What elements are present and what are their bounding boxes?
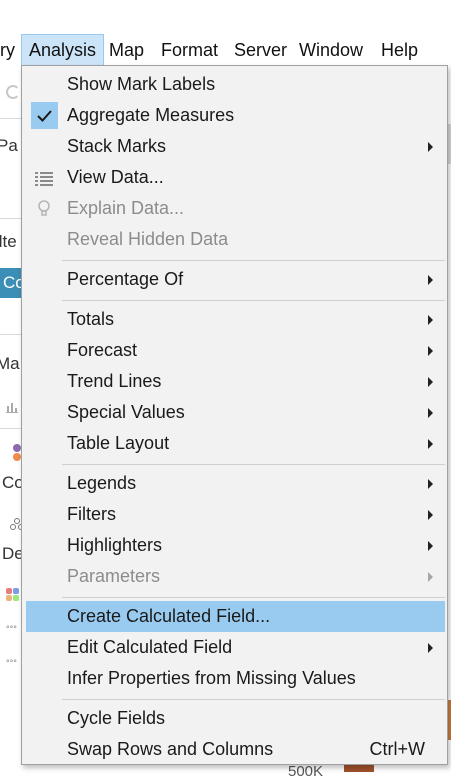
menu-window[interactable]: Window xyxy=(299,34,363,66)
bar-chart-icon[interactable] xyxy=(6,402,18,413)
menu-item-label: Create Calculated Field... xyxy=(67,606,271,626)
submenu-arrow-icon xyxy=(428,346,433,356)
menu-item-label: Table Layout xyxy=(67,433,170,453)
menu-separator xyxy=(62,464,445,465)
menu-item-label: Reveal Hidden Data xyxy=(67,229,229,249)
menu-item-label: Trend Lines xyxy=(67,371,162,391)
menu-item-label: Aggregate Measures xyxy=(67,105,235,125)
menu-separator xyxy=(62,699,445,700)
menu-separator xyxy=(62,260,445,261)
menu-item-trend-lines[interactable]: Trend Lines xyxy=(26,366,445,397)
menu-item-view-data[interactable]: View Data... xyxy=(26,162,445,193)
submenu-arrow-icon xyxy=(428,572,433,582)
refresh-icon[interactable] xyxy=(6,85,20,99)
menu-item-label: Special Values xyxy=(67,402,185,422)
submenu-arrow-icon xyxy=(428,541,433,551)
menu-item-label: Parameters xyxy=(67,566,161,586)
menu-item-label: Highlighters xyxy=(67,535,163,555)
menu-item-infer-properties[interactable]: Infer Properties from Missing Values xyxy=(26,663,445,694)
submenu-arrow-icon xyxy=(428,275,433,285)
color-field-icon[interactable] xyxy=(6,588,20,602)
menu-item-label: Filters xyxy=(67,504,116,524)
detail-field-icon-2[interactable]: °°° xyxy=(6,658,20,668)
analysis-menu: Show Mark Labels Aggregate Measures Stac… xyxy=(21,65,448,765)
lightbulb-icon xyxy=(34,199,54,219)
menu-help[interactable]: Help xyxy=(381,34,418,66)
menu-item-percentage-of[interactable]: Percentage Of xyxy=(26,264,445,295)
menu-separator xyxy=(62,300,445,301)
menu-item-label: Explain Data... xyxy=(67,198,185,218)
submenu-arrow-icon xyxy=(428,377,433,387)
menu-bar: ry Analysis Map Format Server Window Hel… xyxy=(0,34,451,66)
menu-item-aggregate-measures[interactable]: Aggregate Measures xyxy=(26,100,445,131)
submenu-arrow-icon xyxy=(428,142,433,152)
menu-item-show-mark-labels[interactable]: Show Mark Labels xyxy=(26,69,445,100)
menu-item-label: Stack Marks xyxy=(67,136,167,156)
detail-field-icon-1[interactable]: °°° xyxy=(6,624,20,634)
menu-item-edit-calculated-field[interactable]: Edit Calculated Field xyxy=(26,632,445,663)
menu-item-label: Show Mark Labels xyxy=(67,74,216,94)
shortcut-label: Ctrl+W xyxy=(369,739,426,759)
menu-item-label: Cycle Fields xyxy=(67,708,166,728)
menu-item-filters[interactable]: Filters xyxy=(26,499,445,530)
menu-item-swap-rows-columns[interactable]: Swap Rows and Columns Ctrl+W xyxy=(26,734,445,765)
menu-item-special-values[interactable]: Special Values xyxy=(26,397,445,428)
menu-map[interactable]: Map xyxy=(109,34,144,66)
menu-item-label: Legends xyxy=(67,473,137,493)
menu-item-reveal-hidden-data[interactable]: Reveal Hidden Data xyxy=(26,224,445,255)
submenu-arrow-icon xyxy=(428,315,433,325)
menu-item-label: Totals xyxy=(67,309,115,329)
menu-item-explain-data[interactable]: Explain Data... xyxy=(26,193,445,224)
menu-item-parameters[interactable]: Parameters xyxy=(26,561,445,592)
pages-label: Pa xyxy=(0,136,18,155)
checkmark-icon xyxy=(31,102,58,129)
submenu-arrow-icon xyxy=(428,479,433,489)
menu-item-totals[interactable]: Totals xyxy=(26,304,445,335)
marks-label: Ma xyxy=(0,354,20,373)
menu-item-create-calculated-field[interactable]: Create Calculated Field... xyxy=(26,601,445,632)
menu-item-highlighters[interactable]: Highlighters xyxy=(26,530,445,561)
menu-server[interactable]: Server xyxy=(234,34,287,66)
submenu-arrow-icon xyxy=(428,643,433,653)
filters-label: ilte xyxy=(0,232,17,251)
menu-item-forecast[interactable]: Forecast xyxy=(26,335,445,366)
menu-item-table-layout[interactable]: Table Layout xyxy=(26,428,445,459)
submenu-arrow-icon xyxy=(428,510,433,520)
menu-item-label: Swap Rows and Columns xyxy=(67,739,274,759)
menu-separator xyxy=(62,597,445,598)
menu-format[interactable]: Format xyxy=(161,34,218,66)
menu-item-cycle-fields[interactable]: Cycle Fields xyxy=(26,703,445,734)
menu-item-label: Infer Properties from Missing Values xyxy=(67,668,356,688)
menu-analysis[interactable]: Analysis xyxy=(21,34,105,66)
menu-item-label: Forecast xyxy=(67,340,138,360)
view-data-icon xyxy=(34,168,54,188)
menu-item-label: Percentage Of xyxy=(67,269,184,289)
menu-item-label: Edit Calculated Field xyxy=(67,637,233,657)
menu-item-legends[interactable]: Legends xyxy=(26,468,445,499)
menu-query[interactable]: ry xyxy=(0,34,15,66)
menu-item-stack-marks[interactable]: Stack Marks xyxy=(26,131,445,162)
submenu-arrow-icon xyxy=(428,439,433,449)
menu-item-label: View Data... xyxy=(67,167,164,187)
bar-mark xyxy=(344,764,374,772)
submenu-arrow-icon xyxy=(428,408,433,418)
